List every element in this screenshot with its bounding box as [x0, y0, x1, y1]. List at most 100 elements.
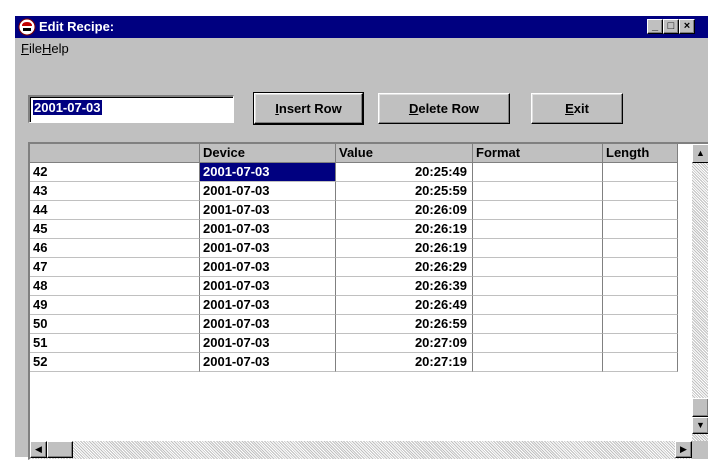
cell-index[interactable]: 49: [30, 296, 200, 315]
column-header-value[interactable]: Value: [336, 144, 473, 163]
cell-value[interactable]: 20:27:09: [336, 334, 473, 353]
horizontal-scrollbar[interactable]: ◀ ▶: [30, 441, 692, 459]
cell-length[interactable]: [603, 182, 678, 201]
cell-device[interactable]: 2001-07-03: [200, 334, 336, 353]
date-field[interactable]: 2001-07-03: [28, 95, 234, 123]
cell-value[interactable]: 20:26:59: [336, 315, 473, 334]
cell-index[interactable]: 45: [30, 220, 200, 239]
cell-value[interactable]: 20:27:19: [336, 353, 473, 372]
cell-device[interactable]: 2001-07-03: [200, 201, 336, 220]
table-row[interactable]: 47 2001-07-03 20:26:29: [30, 258, 678, 277]
cell-device[interactable]: 2001-07-03: [200, 315, 336, 334]
table-row[interactable]: 48 2001-07-03 20:26:39: [30, 277, 678, 296]
cell-device[interactable]: 2001-07-03: [200, 353, 336, 372]
cell-index[interactable]: 50: [30, 315, 200, 334]
close-button[interactable]: ×: [679, 19, 695, 34]
cell-device[interactable]: 2001-07-03: [200, 163, 336, 182]
cell-format[interactable]: [473, 258, 603, 277]
header-scroll-up-button[interactable]: ▲: [692, 144, 708, 163]
cell-format[interactable]: [473, 334, 603, 353]
cell-device[interactable]: 2001-07-03: [200, 182, 336, 201]
table-row[interactable]: 42 2001-07-03 20:25:49: [30, 163, 678, 182]
cell-length[interactable]: [603, 315, 678, 334]
table-row[interactable]: 52 2001-07-03 20:27:19: [30, 353, 678, 372]
cell-format[interactable]: [473, 239, 603, 258]
cell-length[interactable]: [603, 239, 678, 258]
arrow-down-icon: ▼: [696, 420, 705, 430]
cell-device[interactable]: 2001-07-03: [200, 258, 336, 277]
cell-length[interactable]: [603, 258, 678, 277]
cell-value[interactable]: 20:26:19: [336, 220, 473, 239]
table-row[interactable]: 43 2001-07-03 20:25:59: [30, 182, 678, 201]
table-row[interactable]: 50 2001-07-03 20:26:59: [30, 315, 678, 334]
cell-format[interactable]: [473, 182, 603, 201]
cell-length[interactable]: [603, 334, 678, 353]
edit-recipe-window: Edit Recipe: _ □ × File Help 2001-07-03 …: [14, 15, 708, 460]
title-bar[interactable]: Edit Recipe: _ □ ×: [15, 16, 708, 38]
horizontal-scroll-thumb[interactable]: [47, 441, 73, 458]
cell-format[interactable]: [473, 315, 603, 334]
cell-format[interactable]: [473, 296, 603, 315]
insert-row-button[interactable]: Insert Row: [253, 92, 364, 125]
maximize-button[interactable]: □: [663, 19, 679, 34]
table-row[interactable]: 49 2001-07-03 20:26:49: [30, 296, 678, 315]
cell-index[interactable]: 46: [30, 239, 200, 258]
chef-hat-icon[interactable]: [18, 18, 36, 36]
cell-index[interactable]: 43: [30, 182, 200, 201]
cell-device[interactable]: 2001-07-03: [200, 296, 336, 315]
table-row[interactable]: 51 2001-07-03 20:27:09: [30, 334, 678, 353]
cell-format[interactable]: [473, 220, 603, 239]
scroll-down-button[interactable]: ▼: [692, 417, 708, 434]
minimize-button[interactable]: _: [647, 19, 663, 34]
recipe-table[interactable]: Device Value Format Length 42 2001-07-03 2…: [28, 142, 708, 460]
scroll-right-button[interactable]: ▶: [675, 441, 692, 458]
cell-format[interactable]: [473, 277, 603, 296]
insert-row-label: nsert Row: [278, 101, 342, 116]
cell-index[interactable]: 48: [30, 277, 200, 296]
table-header: Device Value Format Length: [30, 144, 678, 163]
vertical-scroll-thumb[interactable]: [692, 398, 708, 417]
menu-file-mnemonic: F: [21, 41, 29, 56]
cell-value[interactable]: 20:26:19: [336, 239, 473, 258]
cell-value[interactable]: 20:26:29: [336, 258, 473, 277]
cell-length[interactable]: [603, 277, 678, 296]
cell-length[interactable]: [603, 353, 678, 372]
cell-value[interactable]: 20:26:39: [336, 277, 473, 296]
exit-label: xit: [573, 101, 589, 116]
cell-format[interactable]: [473, 201, 603, 220]
cell-length[interactable]: [603, 296, 678, 315]
cell-length[interactable]: [603, 220, 678, 239]
cell-device[interactable]: 2001-07-03: [200, 277, 336, 296]
cell-length[interactable]: [603, 163, 678, 182]
column-header-device[interactable]: Device: [200, 144, 336, 163]
cell-format[interactable]: [473, 353, 603, 372]
cell-value[interactable]: 20:25:59: [336, 182, 473, 201]
table-row[interactable]: 46 2001-07-03 20:26:19: [30, 239, 678, 258]
scroll-left-button[interactable]: ◀: [30, 441, 47, 458]
menu-help[interactable]: Help: [42, 41, 69, 56]
cell-device[interactable]: 2001-07-03: [200, 239, 336, 258]
cell-value[interactable]: 20:25:49: [336, 163, 473, 182]
column-header-length[interactable]: Length: [603, 144, 678, 163]
exit-button[interactable]: Exit: [531, 93, 623, 124]
vertical-scrollbar[interactable]: ▼: [692, 163, 708, 441]
cell-index[interactable]: 42: [30, 163, 200, 182]
column-header-index[interactable]: [30, 144, 200, 163]
menu-file-label: ile: [28, 41, 42, 56]
cell-index[interactable]: 44: [30, 201, 200, 220]
menu-bar: File Help: [15, 38, 708, 58]
column-header-format[interactable]: Format: [473, 144, 603, 163]
cell-device[interactable]: 2001-07-03: [200, 220, 336, 239]
cell-index[interactable]: 52: [30, 353, 200, 372]
table-row[interactable]: 45 2001-07-03 20:26:19: [30, 220, 678, 239]
cell-index[interactable]: 51: [30, 334, 200, 353]
cell-value[interactable]: 20:26:49: [336, 296, 473, 315]
delete-row-button[interactable]: Delete Row: [378, 93, 510, 124]
cell-index[interactable]: 47: [30, 258, 200, 277]
cell-length[interactable]: [603, 201, 678, 220]
menu-file[interactable]: File: [21, 41, 42, 56]
cell-value[interactable]: 20:26:09: [336, 201, 473, 220]
cell-format[interactable]: [473, 163, 603, 182]
arrow-right-icon: ▶: [680, 444, 687, 454]
table-row[interactable]: 44 2001-07-03 20:26:09: [30, 201, 678, 220]
